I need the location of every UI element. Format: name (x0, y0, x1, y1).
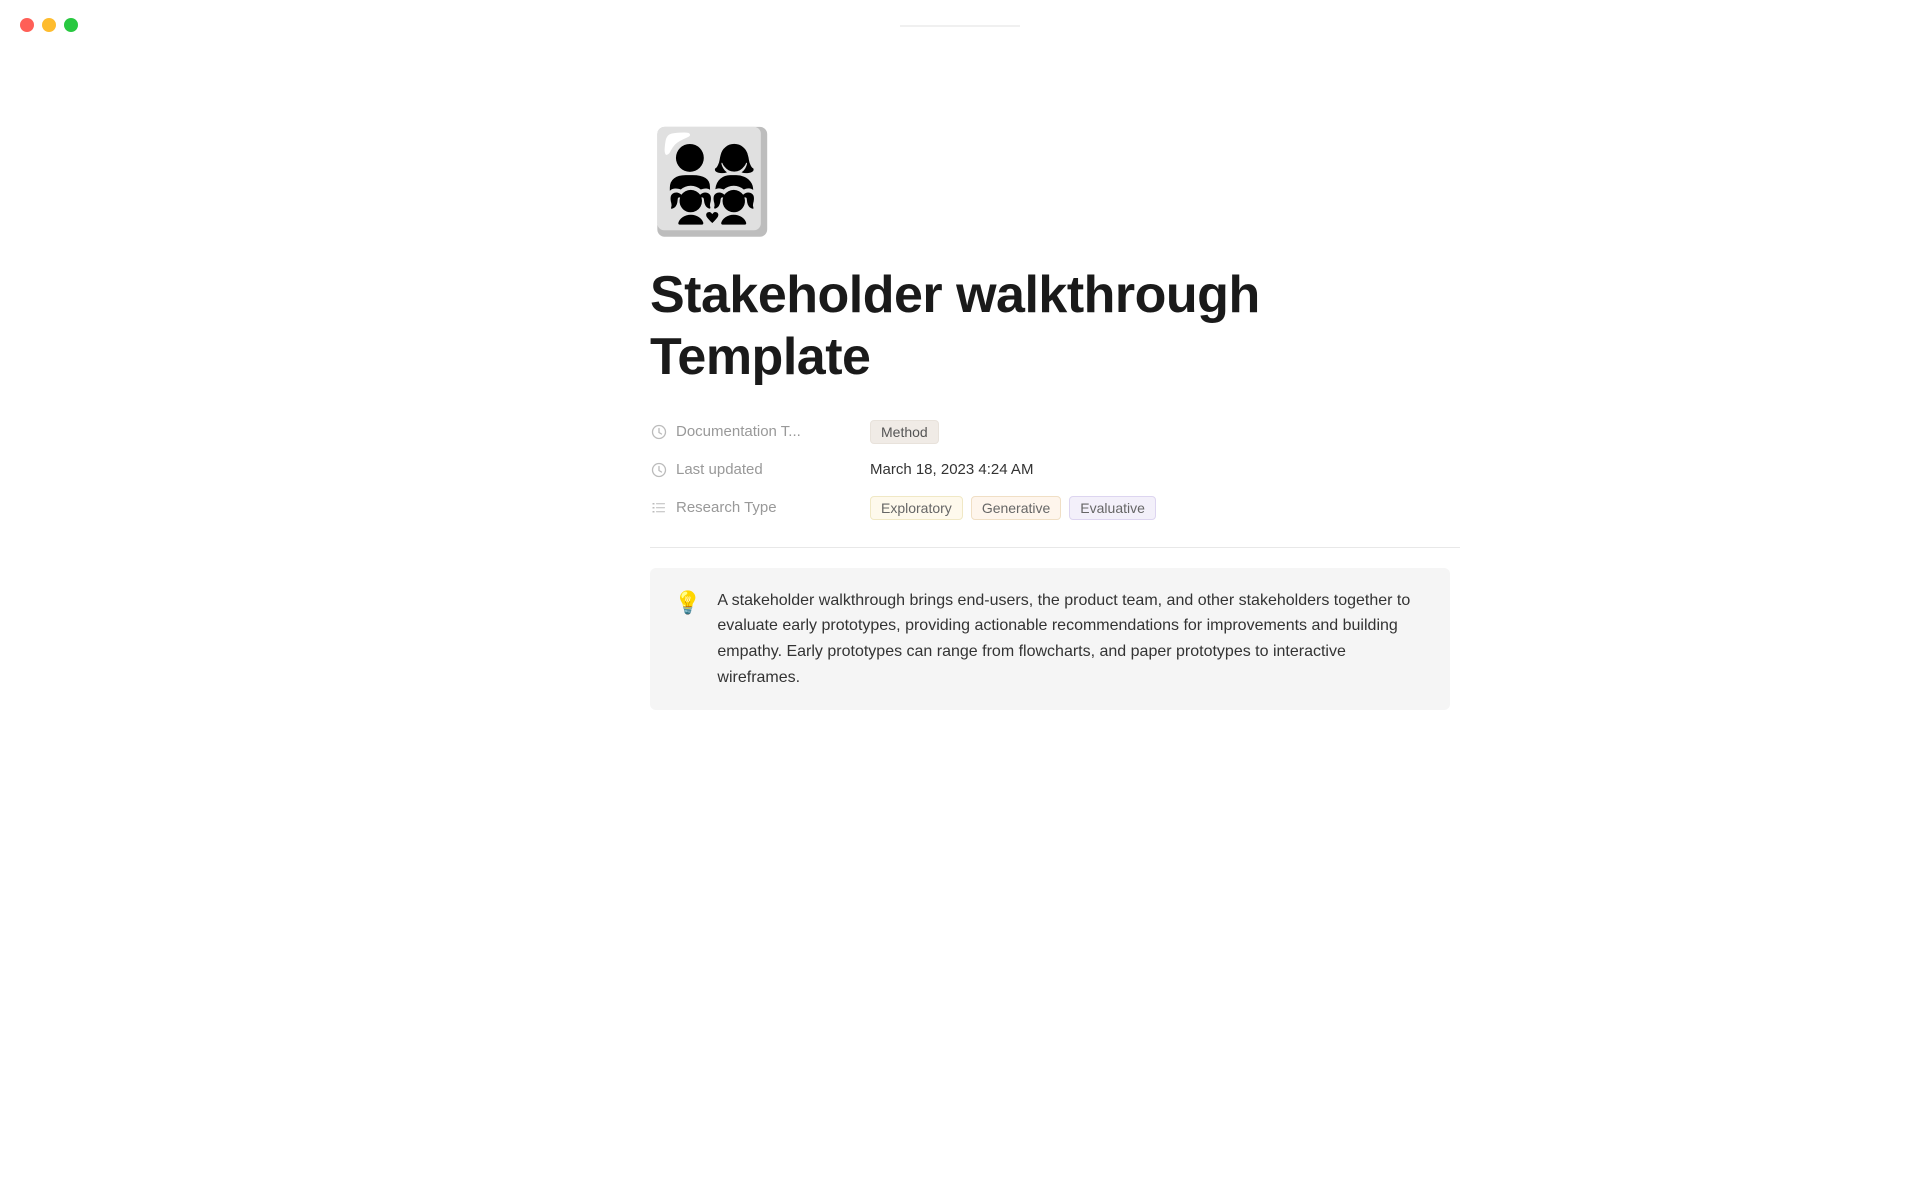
last-updated-value[interactable]: March 18, 2023 4:24 AM (870, 461, 1033, 478)
clock-icon-2 (650, 461, 668, 479)
tag-generative[interactable]: Generative (971, 496, 1061, 520)
top-bar-divider (900, 26, 1020, 27)
list-icon (650, 499, 668, 517)
callout-block: 💡 A stakeholder walkthrough brings end-u… (650, 568, 1450, 710)
traffic-lights (20, 18, 78, 32)
property-value-documentation: Method (870, 420, 939, 444)
tag-exploratory[interactable]: Exploratory (870, 496, 963, 520)
property-label-research-type: Research Type (650, 499, 870, 517)
property-row-documentation-type: Documentation T... Method (650, 413, 1460, 451)
page-icon[interactable]: 👨‍👩‍👧‍👧 (650, 132, 1460, 232)
section-divider (650, 547, 1460, 548)
property-row-research-type: Research Type Exploratory Generative Eva… (650, 489, 1460, 527)
tag-evaluative[interactable]: Evaluative (1069, 496, 1156, 520)
close-button[interactable] (20, 18, 34, 32)
property-label-documentation-type: Documentation T... (650, 423, 870, 441)
maximize-button[interactable] (64, 18, 78, 32)
main-content: 👨‍👩‍👧‍👧 Stakeholder walkthrough Template… (460, 0, 1460, 710)
top-bar (0, 0, 1920, 52)
property-label-text-last-updated: Last updated (676, 461, 763, 478)
callout-text: A stakeholder walkthrough brings end-use… (717, 588, 1426, 690)
property-label-text-research-type: Research Type (676, 499, 777, 516)
minimize-button[interactable] (42, 18, 56, 32)
clock-icon (650, 423, 668, 441)
page-title[interactable]: Stakeholder walkthrough Template (650, 264, 1460, 389)
properties-section: Documentation T... Method Last updated M… (650, 413, 1460, 527)
property-label-last-updated: Last updated (650, 461, 870, 479)
property-value-research-type: Exploratory Generative Evaluative (870, 496, 1156, 520)
callout-icon: 💡 (674, 590, 701, 616)
property-label-text-documentation: Documentation T... (676, 423, 801, 440)
tag-method[interactable]: Method (870, 420, 939, 444)
property-value-last-updated: March 18, 2023 4:24 AM (870, 461, 1033, 478)
property-row-last-updated: Last updated March 18, 2023 4:24 AM (650, 451, 1460, 489)
